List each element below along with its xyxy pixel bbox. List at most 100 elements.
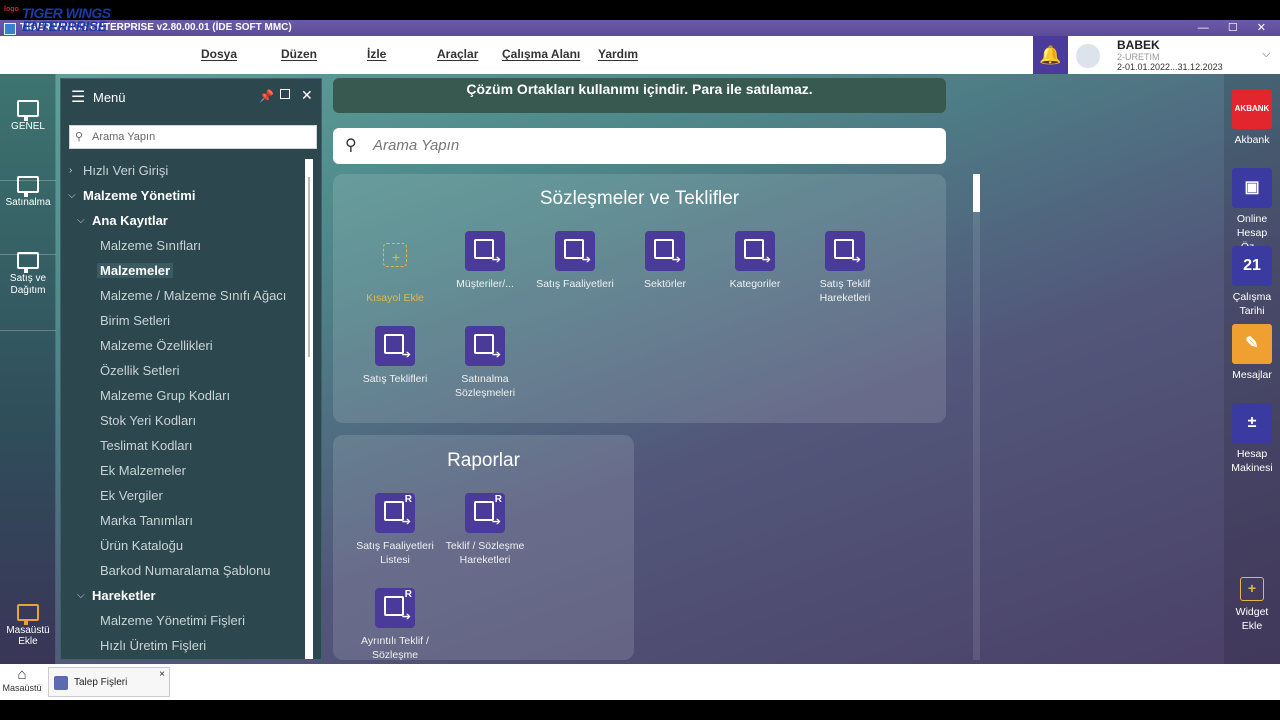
close-icon[interactable]: ✕ xyxy=(301,87,313,104)
monitor-icon xyxy=(17,176,39,197)
rail-item-label: Satınalma xyxy=(5,197,51,208)
tree-group-ana-kayitlar[interactable]: Ana Kayıtlar xyxy=(92,213,168,228)
form-icon xyxy=(465,231,505,271)
tree-item-hizli-veri[interactable]: Hızlı Veri Girişi xyxy=(83,163,168,178)
rail-item-satis[interactable]: Satış ve Dağıtım xyxy=(0,232,56,331)
window-controls[interactable]: — ☐ ✕ xyxy=(1198,20,1274,36)
widget-calisma-tarihi[interactable]: 21 Çalışma Tarihi xyxy=(1226,246,1278,318)
home-button[interactable]: ⌂ Masaüstü xyxy=(0,664,44,700)
tile-label: Kategoriler xyxy=(729,278,781,290)
add-shortcut-button[interactable]: Kısayol Ekle xyxy=(355,233,435,305)
widget-label: Çalışma Tarihi xyxy=(1232,291,1272,317)
user-period: 2-01.01.2022...31.12.2023 xyxy=(1117,62,1223,72)
search-icon: ⚲ xyxy=(345,137,357,154)
report-badge: R xyxy=(404,589,412,600)
plus-icon xyxy=(383,243,407,267)
tree-item[interactable]: Özellik Setleri xyxy=(100,363,179,378)
report-badge: R xyxy=(404,494,412,505)
maximize-icon[interactable] xyxy=(280,89,290,99)
user-name: BABEK xyxy=(1117,38,1160,52)
tree-item[interactable]: Ek Malzemeler xyxy=(100,463,186,478)
widget-akbank[interactable]: AKBANK Akbank xyxy=(1226,89,1278,147)
add-widget-button[interactable]: + Widget Ekle xyxy=(1226,577,1278,633)
tree-item[interactable]: Ürün Kataloğu xyxy=(100,538,183,553)
plus-icon: + xyxy=(1240,577,1264,601)
logo-line2: ENTERPRISE xyxy=(22,18,107,34)
widget-mesajlar[interactable]: ✎ Mesajlar xyxy=(1226,324,1278,382)
tile-satis-faaliyetleri[interactable]: Satış Faaliyetleri xyxy=(535,231,615,291)
tile-label: Satış Teklif Hareketleri xyxy=(819,278,871,304)
message-icon: ✎ xyxy=(1232,324,1272,364)
tree-item[interactable]: Teslimat Kodları xyxy=(100,438,192,453)
calculator-icon: ± xyxy=(1232,403,1272,443)
main-scrollbar[interactable] xyxy=(973,174,980,660)
chevron-down-icon[interactable]: ⌵ xyxy=(77,590,85,601)
menu-dosya[interactable]: Dosya xyxy=(201,47,237,61)
tree-item[interactable]: Malzeme / Malzeme Sınıfı Ağacı xyxy=(100,288,286,303)
tree-item[interactable]: Hızlı Üretim Fişleri xyxy=(100,638,206,653)
chevron-right-icon[interactable]: › xyxy=(69,165,72,176)
chevron-down-icon[interactable]: ⌵ xyxy=(68,190,76,201)
add-desktop-button[interactable]: Masaüstü Ekle xyxy=(0,604,56,654)
window-titlebar: TIGER WINGS ENTERPRISE v2.80.00.01 (İDE … xyxy=(0,20,1280,36)
tree-item[interactable]: Birim Setleri xyxy=(100,313,170,328)
report-icon: R xyxy=(375,493,415,533)
tile-satis-faaliyetleri-listesi[interactable]: R Satış Faaliyetleri Listesi xyxy=(355,493,435,567)
main-scrollbar-thumb[interactable] xyxy=(973,174,980,212)
menu-duzen[interactable]: Düzen xyxy=(281,47,317,61)
widget-online-hesap[interactable]: ▣ Online Hesap Öz... xyxy=(1226,168,1278,254)
menu-header: ☰ Menü 📌 ✕ xyxy=(61,79,323,115)
tree-item[interactable]: Ek Vergiler xyxy=(100,488,163,503)
task-tab-label: Talep Fişleri xyxy=(74,677,128,688)
main-search-input[interactable]: ⚲ Arama Yapın xyxy=(333,128,946,164)
menu-yardim[interactable]: Yardım xyxy=(598,47,638,61)
chevron-down-icon[interactable]: ⌵ xyxy=(77,215,85,226)
monitor-icon xyxy=(17,100,39,121)
form-icon xyxy=(645,231,685,271)
menu-araclar[interactable]: Araçlar xyxy=(437,47,478,61)
tile-label: Teklif / Sözleşme Hareketleri xyxy=(445,540,525,566)
tile-kategoriler[interactable]: Kategoriler xyxy=(715,231,795,291)
card-title: Sözleşmeler ve Teklifler xyxy=(539,188,740,209)
menu-panel: ☰ Menü 📌 ✕ ⚲ Arama Yapın › Hızlı Veri Gi… xyxy=(60,78,322,660)
tile-ayrintili-teklif[interactable]: R Ayrıntılı Teklif / Sözleşme xyxy=(355,588,435,660)
tile-musteriler[interactable]: Müşteriler/... xyxy=(445,231,525,291)
tile-label: Satış Faaliyetleri Listesi xyxy=(356,540,434,566)
menu-search-placeholder: Arama Yapın xyxy=(92,131,156,143)
tree-section-malzeme[interactable]: Malzeme Yönetimi xyxy=(83,188,195,203)
tree-item[interactable]: Barkod Numaralama Şablonu xyxy=(100,563,271,578)
left-rail: GENEL Satınalma Satış ve Dağıtım Masaüst… xyxy=(0,74,56,664)
tree-item[interactable]: Malzeme Sınıfları xyxy=(100,238,201,253)
tree-item[interactable]: Marka Tanımları xyxy=(100,513,193,528)
tile-sektorler[interactable]: Sektörler xyxy=(625,231,705,291)
tree-item[interactable]: Malzeme Grup Kodları xyxy=(100,388,230,403)
menu-calisma-alani[interactable]: Çalışma Alanı xyxy=(502,47,580,61)
tile-satis-teklifleri[interactable]: Satış Teklifleri xyxy=(355,326,435,386)
task-tab[interactable]: Talep Fişleri × xyxy=(48,667,170,697)
report-badge: R xyxy=(494,494,502,505)
tile-label: Satış Faaliyetleri xyxy=(536,278,614,290)
form-icon xyxy=(375,326,415,366)
tree-item[interactable]: Malzeme Yönetimi Fişleri xyxy=(100,613,245,628)
widget-hesap-makinesi[interactable]: ± Hesap Makinesi xyxy=(1226,403,1278,475)
tree-group-hareketler[interactable]: Hareketler xyxy=(92,588,156,603)
menu-izle[interactable]: İzle xyxy=(367,47,386,61)
close-icon[interactable]: × xyxy=(159,669,165,680)
avatar[interactable] xyxy=(1076,44,1100,68)
menu-scrollbar-thumb[interactable] xyxy=(308,177,310,357)
tile-satis-teklif-hareketleri[interactable]: Satış Teklif Hareketleri xyxy=(805,231,885,305)
tile-label: Müşteriler/... xyxy=(456,278,514,290)
tile-label: Satış Teklifleri xyxy=(362,373,428,385)
rail-item-label: GENEL xyxy=(11,121,45,132)
tree-item[interactable]: Stok Yeri Kodları xyxy=(100,413,196,428)
akbank-icon: AKBANK xyxy=(1232,89,1272,129)
tile-satinalma-sozlesmeleri[interactable]: Satınalma Sözleşmeleri xyxy=(445,326,525,400)
notification-bell-icon[interactable]: 🔔 xyxy=(1033,36,1068,74)
tree-item-selected[interactable]: Malzemeler xyxy=(97,263,174,278)
tile-teklif-sozlesme-hareketleri[interactable]: R Teklif / Sözleşme Hareketleri xyxy=(445,493,525,567)
menu-search-input[interactable]: ⚲ Arama Yapın xyxy=(69,125,317,149)
hamburger-icon[interactable]: ☰ xyxy=(71,87,85,107)
chevron-down-icon[interactable]: ⌵ xyxy=(1262,48,1270,61)
tree-item[interactable]: Malzeme Özellikleri xyxy=(100,338,213,353)
pin-icon[interactable]: 📌 xyxy=(259,89,274,103)
